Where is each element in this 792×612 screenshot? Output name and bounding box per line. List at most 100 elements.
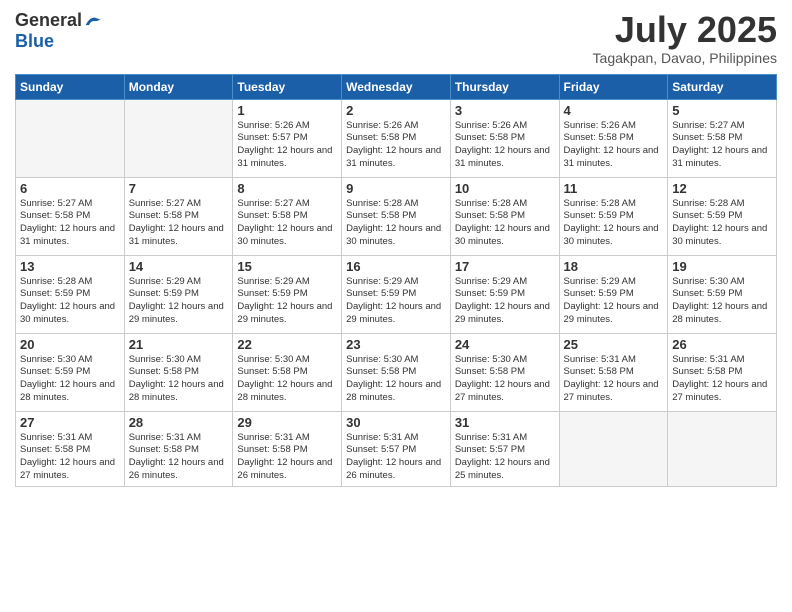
day-info: Sunrise: 5:31 AM Sunset: 5:58 PM Dayligh… [672,354,772,405]
day-number: 25 [564,337,664,352]
day-info: Sunrise: 5:29 AM Sunset: 5:59 PM Dayligh… [237,276,337,327]
day-info: Sunrise: 5:29 AM Sunset: 5:59 PM Dayligh… [455,276,555,327]
calendar-week-row: 20 Sunrise: 5:30 AM Sunset: 5:59 PM Dayli… [16,333,777,411]
table-row: 5 Sunrise: 5:27 AM Sunset: 5:58 PM Daylig… [668,99,777,177]
day-number: 10 [455,181,555,196]
calendar-week-row: 27 Sunrise: 5:31 AM Sunset: 5:58 PM Dayli… [16,411,777,486]
header-friday: Friday [559,74,668,99]
table-row: 21 Sunrise: 5:30 AM Sunset: 5:58 PM Dayli… [124,333,233,411]
day-number: 6 [20,181,120,196]
day-number: 28 [129,415,229,430]
day-number: 29 [237,415,337,430]
day-info: Sunrise: 5:31 AM Sunset: 5:58 PM Dayligh… [564,354,664,405]
header-sunday: Sunday [16,74,125,99]
day-info: Sunrise: 5:28 AM Sunset: 5:59 PM Dayligh… [672,198,772,249]
day-number: 1 [237,103,337,118]
day-number: 11 [564,181,664,196]
day-number: 19 [672,259,772,274]
day-number: 23 [346,337,446,352]
table-row: 13Sunrise: 5:28 AM Sunset: 5:59 PM Dayli… [16,255,125,333]
day-info: Sunrise: 5:30 AM Sunset: 5:58 PM Dayligh… [455,354,555,405]
table-row: 2 Sunrise: 5:26 AM Sunset: 5:58 PM Daylig… [342,99,451,177]
day-info: Sunrise: 5:30 AM Sunset: 5:59 PM Dayligh… [20,354,120,405]
table-row: 11 Sunrise: 5:28 AM Sunset: 5:59 PM Dayli… [559,177,668,255]
table-row: 1 Sunrise: 5:26 AM Sunset: 5:57 PM Daylig… [233,99,342,177]
table-row: 16 Sunrise: 5:29 AM Sunset: 5:59 PM Dayli… [342,255,451,333]
day-info: Sunrise: 5:27 AM Sunset: 5:58 PM Dayligh… [20,198,120,249]
header-saturday: Saturday [668,74,777,99]
day-info: Sunrise: 5:28 AM Sunset: 5:58 PM Dayligh… [346,198,446,249]
day-info: Sunrise: 5:26 AM Sunset: 5:58 PM Dayligh… [564,120,664,171]
table-row: 4 Sunrise: 5:26 AM Sunset: 5:58 PM Daylig… [559,99,668,177]
table-row: 18 Sunrise: 5:29 AM Sunset: 5:59 PM Dayli… [559,255,668,333]
day-number: 17 [455,259,555,274]
day-info: Sunrise: 5:30 AM Sunset: 5:58 PM Dayligh… [129,354,229,405]
day-info: Sunrise: 5:26 AM Sunset: 5:57 PM Dayligh… [237,120,337,171]
table-row: 3 Sunrise: 5:26 AM Sunset: 5:58 PM Daylig… [450,99,559,177]
table-row: 20 Sunrise: 5:30 AM Sunset: 5:59 PM Dayli… [16,333,125,411]
day-number: 13 [20,259,120,274]
day-info: Sunrise: 5:31 AM Sunset: 5:58 PM Dayligh… [129,432,229,483]
day-number: 24 [455,337,555,352]
day-number: 21 [129,337,229,352]
table-row: 8Sunrise: 5:27 AM Sunset: 5:58 PM Daylig… [233,177,342,255]
day-number: 7 [129,181,229,196]
logo-general-text: General [15,10,82,31]
table-row: 7Sunrise: 5:27 AM Sunset: 5:58 PM Daylig… [124,177,233,255]
title-area: July 2025 Tagakpan, Davao, Philippines [593,10,777,66]
day-number: 4 [564,103,664,118]
table-row: 26Sunrise: 5:31 AM Sunset: 5:58 PM Dayli… [668,333,777,411]
table-row [559,411,668,486]
day-number: 15 [237,259,337,274]
day-number: 27 [20,415,120,430]
day-number: 9 [346,181,446,196]
table-row: 28 Sunrise: 5:31 AM Sunset: 5:58 PM Dayli… [124,411,233,486]
day-info: Sunrise: 5:26 AM Sunset: 5:58 PM Dayligh… [346,120,446,171]
header-tuesday: Tuesday [233,74,342,99]
table-row [124,99,233,177]
table-row: 6 Sunrise: 5:27 AM Sunset: 5:58 PM Daylig… [16,177,125,255]
table-row: 15 Sunrise: 5:29 AM Sunset: 5:59 PM Dayli… [233,255,342,333]
page: General Blue July 2025 Tagakpan, Davao, … [0,0,792,612]
month-title: July 2025 [593,10,777,50]
day-info: Sunrise: 5:29 AM Sunset: 5:59 PM Dayligh… [564,276,664,327]
location: Tagakpan, Davao, Philippines [593,50,777,66]
day-info: Sunrise: 5:26 AM Sunset: 5:58 PM Dayligh… [455,120,555,171]
day-info: Sunrise: 5:28 AM Sunset: 5:58 PM Dayligh… [455,198,555,249]
day-info: Sunrise: 5:31 AM Sunset: 5:57 PM Dayligh… [455,432,555,483]
weekday-header-row: Sunday Monday Tuesday Wednesday Thursday… [16,74,777,99]
logo: General Blue [15,10,104,52]
day-info: Sunrise: 5:30 AM Sunset: 5:58 PM Dayligh… [346,354,446,405]
table-row [668,411,777,486]
table-row: 9 Sunrise: 5:28 AM Sunset: 5:58 PM Daylig… [342,177,451,255]
day-number: 16 [346,259,446,274]
header-wednesday: Wednesday [342,74,451,99]
table-row: 31Sunrise: 5:31 AM Sunset: 5:57 PM Dayli… [450,411,559,486]
day-info: Sunrise: 5:31 AM Sunset: 5:57 PM Dayligh… [346,432,446,483]
header-monday: Monday [124,74,233,99]
table-row: 12 Sunrise: 5:28 AM Sunset: 5:59 PM Dayli… [668,177,777,255]
table-row: 24 Sunrise: 5:30 AM Sunset: 5:58 PM Dayli… [450,333,559,411]
table-row: 29Sunrise: 5:31 AM Sunset: 5:58 PM Dayli… [233,411,342,486]
day-info: Sunrise: 5:28 AM Sunset: 5:59 PM Dayligh… [564,198,664,249]
day-number: 22 [237,337,337,352]
calendar-table: Sunday Monday Tuesday Wednesday Thursday… [15,74,777,487]
day-info: Sunrise: 5:30 AM Sunset: 5:58 PM Dayligh… [237,354,337,405]
table-row: 10 Sunrise: 5:28 AM Sunset: 5:58 PM Dayli… [450,177,559,255]
day-info: Sunrise: 5:31 AM Sunset: 5:58 PM Dayligh… [20,432,120,483]
day-number: 2 [346,103,446,118]
day-info: Sunrise: 5:29 AM Sunset: 5:59 PM Dayligh… [346,276,446,327]
day-number: 12 [672,181,772,196]
table-row: 25 Sunrise: 5:31 AM Sunset: 5:58 PM Dayli… [559,333,668,411]
calendar-week-row: 1 Sunrise: 5:26 AM Sunset: 5:57 PM Daylig… [16,99,777,177]
day-number: 18 [564,259,664,274]
day-info: Sunrise: 5:27 AM Sunset: 5:58 PM Dayligh… [672,120,772,171]
day-info: Sunrise: 5:29 AM Sunset: 5:59 PM Dayligh… [129,276,229,327]
day-number: 30 [346,415,446,430]
day-number: 3 [455,103,555,118]
day-number: 5 [672,103,772,118]
table-row [16,99,125,177]
day-number: 20 [20,337,120,352]
table-row: 22 Sunrise: 5:30 AM Sunset: 5:58 PM Dayli… [233,333,342,411]
table-row: 23 Sunrise: 5:30 AM Sunset: 5:58 PM Dayli… [342,333,451,411]
